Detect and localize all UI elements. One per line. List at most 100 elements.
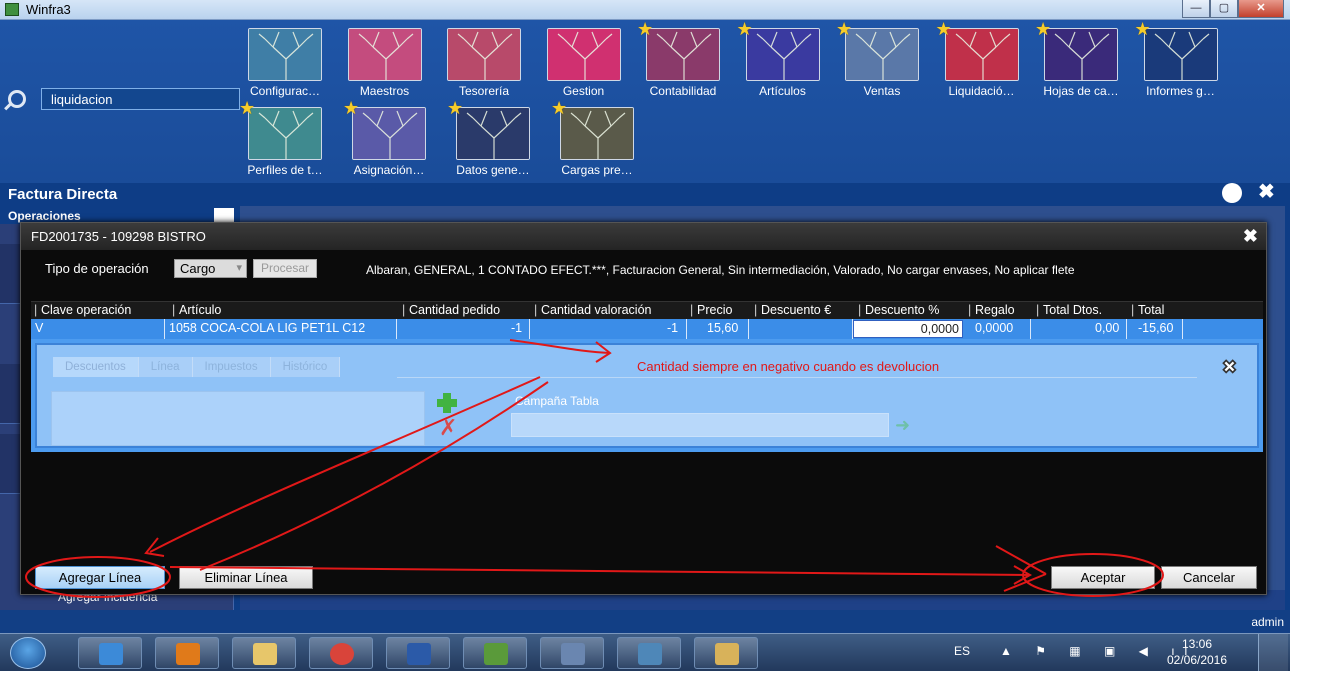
tab-divider	[397, 377, 1197, 378]
screen: Winfra3 — ▢ ✕ Configurac… Maestros Tesorer…	[0, 0, 1290, 671]
chrome-icon[interactable]	[309, 637, 373, 669]
folder-icon[interactable]	[232, 637, 296, 669]
col-cantidad-valoracion[interactable]: Cantidad valoración	[534, 303, 651, 317]
favorite-star-icon: ★	[637, 19, 654, 39]
module-tile[interactable]: ★ Hojas de ca…	[1031, 20, 1131, 108]
tree-icon	[248, 107, 322, 160]
module-tile[interactable]: ★ Asignación…	[339, 99, 439, 187]
language-indicator[interactable]: ES	[954, 644, 970, 658]
module-tile-label: Configurac…	[249, 84, 321, 98]
module-tile[interactable]: Maestros	[335, 28, 435, 108]
cell-articulo[interactable]: 1058 COCA-COLA LIG PET1L C12	[169, 321, 365, 335]
module-tile-label: Artículos	[759, 84, 806, 98]
maximize-button[interactable]: ▢	[1210, 0, 1238, 18]
accept-button[interactable]: Aceptar	[1051, 566, 1155, 589]
tab-descuentos[interactable]: Descuentos	[53, 357, 139, 377]
process-button[interactable]: Procesar	[253, 259, 317, 278]
col-regalo[interactable]: Regalo	[968, 303, 1015, 317]
operation-type-select[interactable]: Cargo	[174, 259, 247, 278]
campaign-table-label: Campaña Tabla	[515, 394, 599, 408]
col-cantidad-pedido[interactable]: Cantidad pedido	[402, 303, 500, 317]
media-player-icon[interactable]	[155, 637, 219, 669]
tree-icon	[1044, 28, 1118, 81]
cell-total-dtos[interactable]: 0,00	[1095, 321, 1119, 335]
ie-icon[interactable]	[78, 637, 142, 669]
cell-descuento-pct-input[interactable]: 0,0000	[853, 320, 963, 338]
tab-impuestos[interactable]: Impuestos	[192, 357, 271, 377]
module-tile[interactable]: ★ Liquidació…	[932, 20, 1032, 108]
cell-total[interactable]: -15,60	[1138, 321, 1173, 335]
col-descuento-eur[interactable]: Descuento €	[754, 303, 831, 317]
module-tile[interactable]: ★ Artículos	[733, 20, 833, 108]
tree-icon	[1143, 28, 1218, 81]
add-line-button[interactable]: Agregar Línea	[35, 566, 165, 589]
word-icon[interactable]	[386, 637, 450, 669]
tab-linea[interactable]: Línea	[138, 357, 193, 377]
col-total-dtos[interactable]: Total Dtos.	[1036, 303, 1102, 317]
invoice-line-dialog: FD2001735 - 109298 BISTRO ✖ Tipo de oper…	[20, 222, 1267, 595]
arrow-right-icon[interactable]: ➜	[895, 416, 910, 434]
cancel-button[interactable]: Cancelar	[1161, 566, 1257, 589]
side-item[interactable]	[0, 244, 22, 304]
scroll-up-button[interactable]	[214, 208, 234, 222]
module-tile[interactable]: ★ Perfiles de t…	[235, 99, 335, 187]
campaign-table-field[interactable]	[511, 413, 889, 437]
cell-regalo[interactable]: 0,0000	[975, 321, 1013, 335]
close-icon[interactable]: ✖	[1258, 182, 1275, 202]
delete-icon[interactable]: ✗	[439, 417, 457, 439]
col-total[interactable]: Total	[1131, 303, 1165, 317]
cell-cantidad-valoracion[interactable]: -1	[667, 321, 678, 335]
module-tile[interactable]: Configurac…	[235, 28, 335, 108]
discounts-list[interactable]	[51, 391, 425, 446]
favorite-star-icon: ★	[551, 98, 568, 118]
minimize-button[interactable]: —	[1182, 0, 1210, 18]
search-icon[interactable]	[8, 90, 26, 108]
module-tile-label: Tesorería	[458, 84, 510, 98]
module-tile-label: Datos gene…	[456, 163, 530, 177]
clock-date[interactable]: 02/06/2016	[1162, 653, 1232, 667]
col-descuento-pct[interactable]: Descuento %	[858, 303, 939, 317]
close-button[interactable]: ✕	[1238, 0, 1284, 18]
module-tile[interactable]: ★ Contabilidad	[633, 20, 733, 108]
tree-icon	[845, 28, 919, 81]
tree-icon	[560, 107, 634, 160]
module-tile[interactable]: ★ Cargas pre…	[547, 99, 647, 187]
add-icon[interactable]	[437, 393, 457, 413]
module-tile[interactable]: Tesorería	[434, 28, 534, 108]
paint-icon[interactable]	[694, 637, 758, 669]
page-title: Factura Directa	[8, 186, 118, 203]
cell-precio[interactable]: 15,60	[707, 321, 738, 335]
module-tile[interactable]: ★ Datos gene…	[443, 99, 543, 187]
tree-icon	[646, 28, 720, 81]
start-button[interactable]	[10, 637, 46, 669]
detail-close-icon[interactable]: ✖	[1221, 358, 1237, 377]
photo-viewer-icon[interactable]	[617, 637, 681, 669]
circle-icon[interactable]	[1222, 183, 1242, 203]
module-launcher: Configurac… Maestros Tesorería Gestion★Cont…	[0, 20, 1290, 183]
favorite-star-icon: ★	[343, 98, 360, 118]
side-item[interactable]	[0, 434, 22, 494]
table-row[interactable]: V 1058 COCA-COLA LIG PET1L C12 -1 -1 15,…	[31, 319, 1263, 339]
col-articulo[interactable]: Artículo	[172, 303, 221, 317]
module-tile[interactable]: ★ Informes g…	[1131, 20, 1231, 108]
module-tile[interactable]: Gestion	[534, 28, 634, 108]
module-tile[interactable]: ★ Ventas	[832, 20, 932, 108]
col-precio[interactable]: Precio	[690, 303, 733, 317]
side-item[interactable]	[0, 364, 22, 424]
col-clave[interactable]: Clave operación	[34, 303, 131, 317]
favorite-star-icon: ★	[1035, 19, 1052, 39]
status-bar: admin	[0, 610, 1290, 633]
cell-clave[interactable]: V	[35, 321, 43, 335]
cell-cantidad-pedido[interactable]: -1	[511, 321, 522, 335]
detail-tabs: Descuentos Línea Impuestos Histórico	[53, 357, 341, 377]
delete-line-button[interactable]: Eliminar Línea	[179, 566, 313, 589]
winfra-icon[interactable]	[463, 637, 527, 669]
dialog-close-icon[interactable]: ✖	[1243, 226, 1258, 246]
drawing-app-icon[interactable]	[540, 637, 604, 669]
grid-header: Clave operación Artículo Cantidad pedido…	[31, 301, 1263, 319]
clock-time[interactable]: 13:06	[1162, 637, 1232, 651]
tree-icon	[546, 28, 621, 81]
show-desktop-button[interactable]	[1258, 634, 1288, 671]
search-input[interactable]	[41, 88, 240, 110]
tab-historico[interactable]: Histórico	[270, 357, 341, 377]
